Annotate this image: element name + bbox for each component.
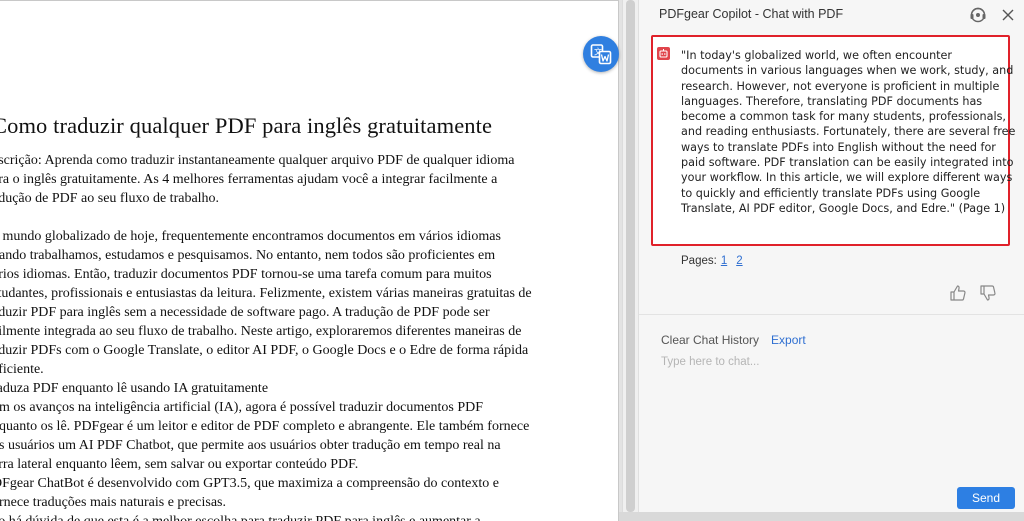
message-line: your workflow. In this article, we will …: [681, 171, 1013, 185]
doc-line: aduzir PDF para inglês sem a necessidade…: [0, 305, 490, 320]
divider: [639, 314, 1024, 315]
message-line: paid software. PDF translation can be ea…: [681, 156, 1014, 170]
doc-line: studantes, profissionais e entusiastas d…: [0, 286, 532, 301]
doc-line: ão há dúvida de que esta é a melhor esco…: [0, 512, 552, 521]
doc-line: cilmente integrada ao seu fluxo de traba…: [0, 324, 522, 339]
thumbs-up-icon[interactable]: [949, 284, 967, 302]
chat-input[interactable]: [659, 354, 1013, 478]
doc-line: ornece traduções mais naturais e precisa…: [0, 495, 227, 510]
export-button[interactable]: Export: [771, 333, 806, 347]
doc-line: escrição: Aprenda como traduzir instanta…: [0, 153, 515, 168]
doc-line: aduzir PDFs com o Google Translate, o ed…: [0, 343, 529, 358]
doc-line: om os avanços na inteligência artificial…: [0, 400, 484, 415]
send-button[interactable]: Send: [957, 487, 1015, 509]
thumbs-down-icon[interactable]: [979, 284, 997, 302]
message-line: research. However, not everyone is profi…: [681, 79, 1000, 93]
message-text: "In today's globalized world, we often e…: [681, 48, 1016, 216]
panel-title: PDFgear Copilot - Chat with PDF: [659, 7, 844, 21]
doc-line: os usuários um AI PDF Chatbot, que permi…: [0, 438, 501, 453]
doc-line: adução de PDF ao seu fluxo de trabalho.: [0, 191, 220, 206]
scrollbar-thumb[interactable]: [626, 0, 635, 512]
doc-line: arra lateral enquanto lêem, sem salvar o…: [0, 457, 359, 472]
pages-label: Pages:: [681, 255, 717, 267]
page-references: Pages: 1 2: [681, 255, 743, 267]
message-line: "In today's globalized world, we often e…: [681, 49, 953, 62]
close-icon[interactable]: [998, 5, 1018, 25]
chat-toolbar: Clear Chat History Export: [661, 333, 806, 347]
page-content: Como traduzir qualquer PDF para inglês g…: [0, 113, 552, 521]
document-title: Como traduzir qualquer PDF para inglês g…: [0, 113, 493, 138]
message-line: and reading enthusiasts. Fortunately, th…: [681, 125, 1016, 139]
doc-line: raduza PDF enquanto lê usando IA gratuit…: [0, 381, 269, 396]
document-scrollbar[interactable]: [622, 0, 639, 512]
doc-paragraph: o mundo globalizado de hoje, frequenteme…: [0, 227, 552, 379]
page-link-1[interactable]: 1: [721, 255, 727, 267]
message-line: ways to translate PDFs into English with…: [681, 140, 996, 154]
document-area: Como traduzir qualquer PDF para inglês g…: [0, 0, 622, 521]
message-line: to quickly and efficiently translate PDF…: [681, 186, 981, 200]
translate-icon: 文: [590, 44, 612, 65]
doc-line: ários idiomas. Então, traduzir documento…: [0, 267, 492, 282]
clear-chat-history-button[interactable]: Clear Chat History: [661, 333, 759, 347]
chat-message: "In today's globalized world, we often e…: [651, 35, 1016, 246]
bot-icon: [657, 47, 670, 60]
translate-button[interactable]: 文: [583, 36, 619, 72]
page-link-2[interactable]: 2: [736, 255, 742, 267]
panel-header: PDFgear Copilot - Chat with PDF: [639, 0, 1024, 30]
support-icon[interactable]: [968, 5, 988, 25]
message-line: documents in various languages when we w…: [681, 64, 1014, 78]
doc-paragraph: escrição: Aprenda como traduzir instanta…: [0, 151, 552, 208]
doc-line: o mundo globalizado de hoje, frequenteme…: [0, 229, 501, 244]
message-line: languages. Therefore, translating PDF do…: [681, 94, 983, 108]
copilot-panel: PDFgear Copilot - Chat with PDF "In toda…: [638, 0, 1024, 512]
message-line: become a common task for many students, …: [681, 110, 1006, 124]
doc-line: ara o inglês gratuitamente. As 4 melhore…: [0, 172, 498, 187]
doc-line: eficiente.: [0, 362, 44, 377]
message-line: Translate, AI PDF editor, Google Docs, a…: [681, 201, 1006, 215]
doc-line: DFgear ChatBot é desenvolvido com GPT3.5…: [0, 476, 499, 491]
doc-line: uando trabalhamos, estudamos e pesquisam…: [0, 248, 496, 263]
pdf-page: Como traduzir qualquer PDF para inglês g…: [0, 0, 619, 521]
doc-line: nquanto os lê. PDFgear é um leitor e edi…: [0, 419, 530, 434]
doc-paragraph: raduza PDF enquanto lê usando IA gratuit…: [0, 379, 552, 521]
